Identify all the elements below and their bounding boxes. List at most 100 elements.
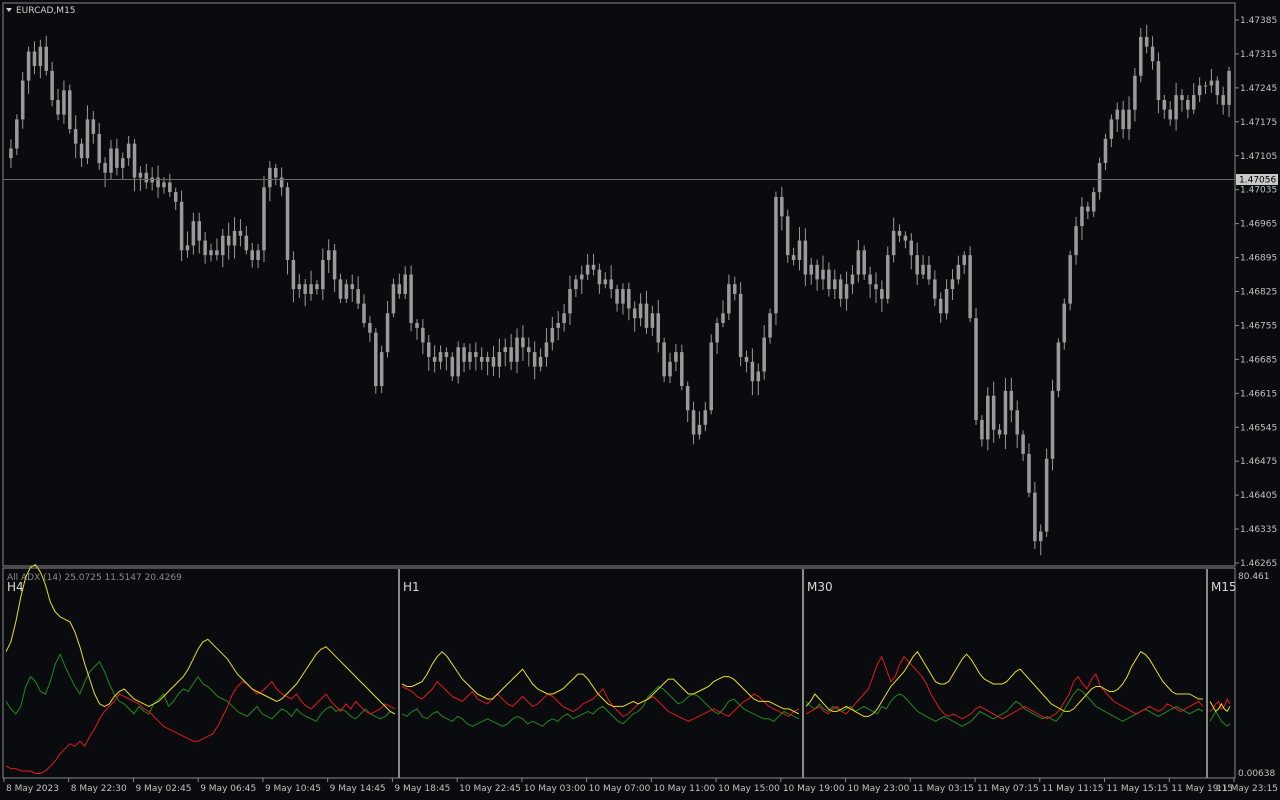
candle-body <box>456 347 460 377</box>
candle-body <box>974 318 978 420</box>
price-tick-label: 1.46405 <box>1240 491 1277 501</box>
candle-body <box>273 167 278 178</box>
candle-body <box>638 303 643 319</box>
candle-body <box>538 356 543 367</box>
indicator-label: All ADX (14) 25.0725 11.5147 20.4269 <box>7 573 182 583</box>
candle-body <box>291 259 296 290</box>
candle-body <box>132 143 137 178</box>
price-tick-label: 1.47385 <box>1240 16 1277 26</box>
current-price-label: 1.47056 <box>1239 176 1276 186</box>
time-tick-label: 9 May 06:45 <box>200 784 256 794</box>
candle-body <box>721 313 725 324</box>
candle-body <box>756 371 761 382</box>
candle-body <box>1021 434 1025 454</box>
candle-body <box>285 187 290 260</box>
candle-body <box>474 352 478 357</box>
candle-body <box>309 284 313 294</box>
candle-body <box>585 264 590 275</box>
candle-body <box>485 356 490 362</box>
candle-body <box>1227 70 1231 105</box>
candle-body <box>332 250 337 280</box>
panel-title-m30: M30 <box>807 580 833 594</box>
candle-body <box>897 230 902 236</box>
time-tick-label: 10 May 15:00 <box>718 784 780 794</box>
candle-body <box>1139 36 1143 76</box>
candle-body <box>221 235 225 256</box>
candle-body <box>144 172 149 183</box>
candle-body <box>838 279 843 299</box>
candle-body <box>1180 95 1184 100</box>
price-tick-label: 1.47245 <box>1240 84 1277 94</box>
candle-body <box>397 284 402 294</box>
candle-body <box>338 279 343 299</box>
candle-body <box>26 51 31 81</box>
price-tick-label: 1.47035 <box>1240 186 1277 196</box>
candle-body <box>385 313 390 353</box>
candle-body <box>297 284 302 290</box>
candle-body <box>791 255 796 260</box>
candle-body <box>56 99 60 115</box>
candle-body <box>815 264 819 280</box>
candle-body <box>891 230 896 256</box>
candle-body <box>321 259 325 290</box>
candle-body <box>709 342 713 411</box>
candle-body <box>680 352 684 387</box>
candle-body <box>215 250 219 256</box>
candle-body <box>362 303 366 324</box>
candle-body <box>103 163 107 173</box>
candle-body <box>797 240 802 260</box>
candle-body <box>374 332 378 387</box>
time-tick-label: 9 May 14:45 <box>330 784 386 794</box>
candle-body <box>803 240 808 275</box>
candle-body <box>120 158 125 168</box>
candle-body <box>650 313 655 328</box>
candle-body <box>627 289 631 309</box>
time-tick-label: 10 May 19:00 <box>783 784 845 794</box>
candle-body <box>544 342 549 357</box>
time-tick-label: 8 May 2023 <box>6 784 59 794</box>
candle-body <box>491 356 496 367</box>
candle-body <box>50 70 54 100</box>
candle-body <box>462 347 466 362</box>
candle-body <box>909 240 914 256</box>
price-tick-label: 1.46615 <box>1240 389 1277 399</box>
trading-chart[interactable]: 1.47385 1.47315 1.47245 1.47175 1.47105 1.470… <box>0 0 1280 800</box>
candle-body <box>556 323 560 328</box>
price-tick-label: 1.47105 <box>1240 152 1277 162</box>
candle-body <box>885 255 890 299</box>
candle-body <box>844 284 849 299</box>
candle-body <box>1168 109 1172 120</box>
candle-body <box>568 289 572 314</box>
candle-body <box>1133 75 1137 110</box>
price-tick-label: 1.46545 <box>1240 423 1277 433</box>
candle-body <box>1109 119 1114 139</box>
candle-body <box>703 410 708 425</box>
candle-body <box>991 395 996 430</box>
candle-body <box>968 255 972 319</box>
candle-body <box>379 352 384 387</box>
candle-body <box>715 323 719 343</box>
candle-body <box>1062 303 1067 343</box>
candle-body <box>1080 206 1084 227</box>
candle-body <box>191 221 196 246</box>
candle-body <box>1033 492 1037 542</box>
candle-body <box>579 274 584 280</box>
candle-body <box>479 356 484 362</box>
candle-body <box>997 429 1002 435</box>
candle-body <box>962 255 967 265</box>
candle-body <box>185 245 190 251</box>
candle-body <box>62 90 66 115</box>
candle-body <box>1209 80 1214 86</box>
indicator-axis-bottom: 0.00638 <box>1238 769 1275 779</box>
symbol-header[interactable]: EURCAD,M15 <box>6 6 76 16</box>
candle-body <box>38 46 43 67</box>
candle-body <box>691 410 696 435</box>
time-tick-label: 10 May 03:00 <box>524 784 586 794</box>
candle-body <box>15 119 19 149</box>
candle-body <box>197 221 202 241</box>
candle-body <box>668 361 672 377</box>
candle-body <box>20 80 25 120</box>
candle-body <box>162 182 166 188</box>
candle-body <box>738 293 743 357</box>
candle-body <box>179 201 184 251</box>
